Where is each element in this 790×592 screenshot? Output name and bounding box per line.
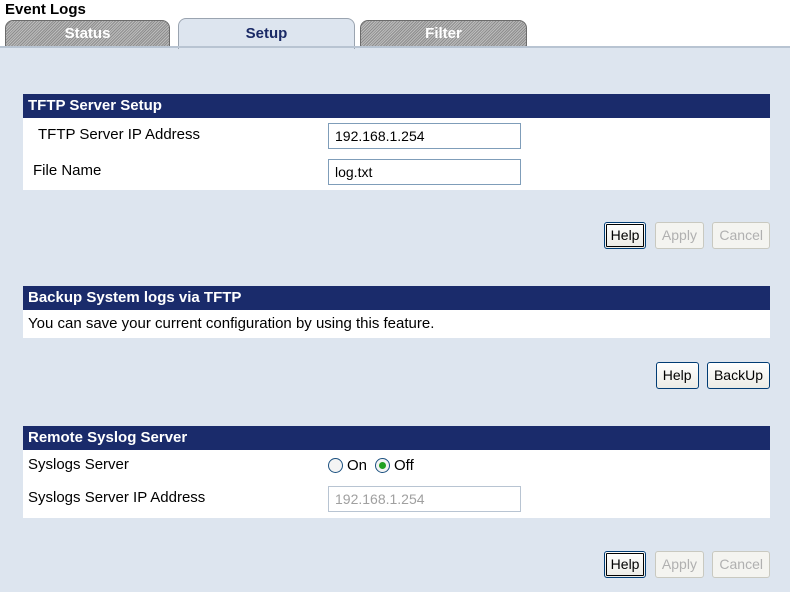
- syslog-panel-body: Syslogs Server On Off Syslogs Server IP …: [23, 450, 770, 518]
- tftp-apply-button[interactable]: Apply: [654, 222, 704, 249]
- backup-panel: Backup System logs via TFTP You can save…: [23, 286, 770, 338]
- syslog-cancel-button[interactable]: Cancel: [712, 551, 770, 578]
- syslog-on-label: On: [347, 457, 368, 474]
- backup-panel-body: You can save your current configuration …: [23, 310, 770, 338]
- backup-description: You can save your current configuration …: [28, 315, 435, 332]
- page-title: Event Logs: [5, 1, 86, 18]
- tftp-cancel-button[interactable]: Cancel: [712, 222, 770, 249]
- tab-underline: [0, 46, 790, 48]
- syslog-ip-input[interactable]: 192.168.1.254: [328, 486, 521, 512]
- backup-help-button[interactable]: Help: [655, 362, 699, 389]
- top-bar: Event Logs Status Setup Filter: [0, 0, 790, 49]
- tab-setup[interactable]: Setup: [178, 18, 355, 49]
- syslog-off-label: Off: [394, 457, 414, 474]
- tftp-panel-header: TFTP Server Setup: [23, 94, 770, 118]
- file-name-label: File Name: [33, 162, 102, 179]
- syslog-off-radio[interactable]: [375, 458, 391, 473]
- tftp-ip-input[interactable]: 192.168.1.254: [328, 123, 521, 149]
- syslog-button-row: Help Apply Cancel: [600, 551, 770, 578]
- syslog-panel-header: Remote Syslog Server: [23, 426, 770, 450]
- syslog-apply-button[interactable]: Apply: [654, 551, 704, 578]
- tab-status[interactable]: Status: [5, 20, 170, 47]
- syslog-server-label: Syslogs Server: [28, 456, 129, 473]
- tftp-server-setup-panel: TFTP Server Setup TFTP Server IP Address…: [23, 94, 770, 190]
- backup-button[interactable]: BackUp: [706, 362, 770, 389]
- syslog-ip-row: Syslogs Server IP Address 192.168.1.254: [23, 480, 770, 518]
- syslog-help-button[interactable]: Help: [603, 551, 647, 578]
- tftp-help-button[interactable]: Help: [603, 222, 647, 249]
- file-name-row: File Name log.txt: [23, 154, 770, 190]
- backup-button-row: Help BackUp: [652, 362, 770, 389]
- tab-filter[interactable]: Filter: [360, 20, 527, 47]
- backup-panel-header: Backup System logs via TFTP: [23, 286, 770, 310]
- syslog-server-radio-group: On Off: [328, 457, 422, 474]
- syslog-ip-label: Syslogs Server IP Address: [28, 489, 206, 506]
- tftp-button-row: Help Apply Cancel: [600, 222, 770, 249]
- remote-syslog-panel: Remote Syslog Server Syslogs Server On O…: [23, 426, 770, 518]
- file-name-input[interactable]: log.txt: [328, 159, 521, 185]
- syslog-on-radio[interactable]: [328, 458, 343, 473]
- tftp-panel-body: TFTP Server IP Address 192.168.1.254 Fil…: [23, 118, 770, 190]
- tftp-ip-row: TFTP Server IP Address 192.168.1.254: [23, 118, 770, 154]
- syslog-server-row: Syslogs Server On Off: [23, 450, 770, 480]
- tftp-ip-label: TFTP Server IP Address: [38, 126, 201, 143]
